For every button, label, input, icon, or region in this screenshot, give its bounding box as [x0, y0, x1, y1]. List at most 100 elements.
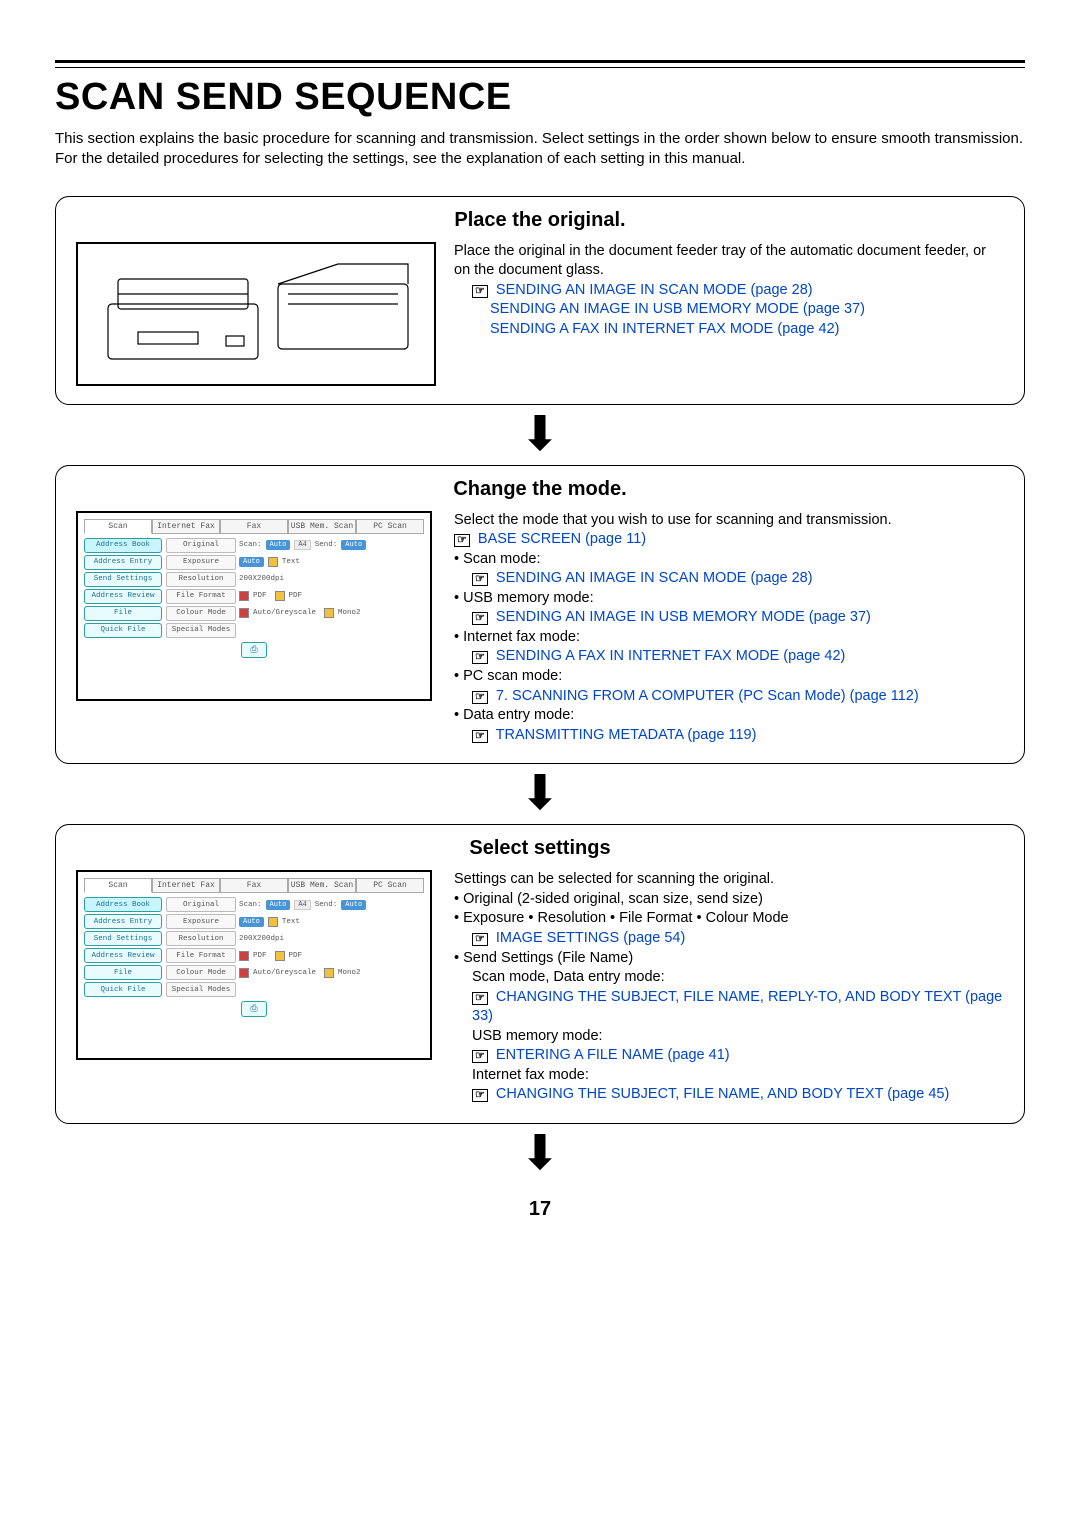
link-base-screen[interactable]: BASE SCREEN (page 11): [478, 531, 646, 547]
reference-icon: ☞: [472, 933, 488, 946]
down-arrow-icon: ⬇: [55, 411, 1025, 459]
reference-icon: ☞: [472, 651, 488, 664]
page-number: 17: [55, 1198, 1025, 1221]
ui-side-button[interactable]: Address Entry: [84, 914, 162, 929]
ui-tab[interactable]: PC Scan: [356, 519, 424, 534]
ui-side-button[interactable]: Address Review: [84, 948, 162, 963]
ui-setting-value: [239, 982, 424, 997]
send-mode-label: Internet fax mode:: [472, 1066, 1004, 1086]
reference-icon: ☞: [472, 691, 488, 704]
step-body: Place the original in the document feede…: [454, 242, 1004, 281]
reference-icon: ☞: [472, 285, 488, 298]
ui-setting-button[interactable]: Special Modes: [166, 982, 236, 997]
intro-line-1: This section explains the basic procedur…: [55, 130, 1023, 147]
ui-tab[interactable]: USB Mem. Scan: [288, 878, 356, 893]
step-heading: Select settings: [56, 825, 1024, 870]
ui-preview-button[interactable]: ⎙: [241, 1001, 266, 1017]
ui-tab[interactable]: Scan: [84, 878, 152, 893]
send-mode-link[interactable]: CHANGING THE SUBJECT, FILE NAME, AND BOD…: [496, 1086, 949, 1102]
title-rule: [55, 60, 1025, 68]
ui-setting-button[interactable]: Resolution: [166, 931, 236, 946]
step-select-settings: Select settings ScanInternet FaxFaxUSB M…: [55, 824, 1025, 1124]
step-place-original: Place the original.: [55, 196, 1025, 405]
ui-side-button[interactable]: Quick File: [84, 982, 162, 997]
link-image-settings[interactable]: IMAGE SETTINGS (page 54): [496, 930, 685, 946]
intro-line-2: For the detailed procedures for selectin…: [55, 150, 745, 167]
mode-link[interactable]: SENDING AN IMAGE IN SCAN MODE (page 28): [496, 570, 813, 586]
reference-icon: ☞: [472, 573, 488, 586]
ui-setting-button[interactable]: Exposure: [166, 555, 236, 570]
ui-setting-button[interactable]: Colour Mode: [166, 965, 236, 980]
ui-setting-value: 200X200dpi: [239, 931, 424, 946]
mode-label: • Scan mode:: [454, 550, 1004, 570]
ui-screenshot: ScanInternet FaxFaxUSB Mem. ScanPC Scan A…: [76, 511, 432, 701]
ui-setting-value: PDF PDF: [239, 948, 424, 963]
reference-icon: ☞: [472, 1089, 488, 1102]
ui-setting-button[interactable]: File Format: [166, 589, 236, 604]
ui-side-button[interactable]: File: [84, 965, 162, 980]
bullet: • Send Settings (File Name): [454, 949, 1004, 969]
ui-side-button[interactable]: Address Review: [84, 589, 162, 604]
link-usb-mode[interactable]: SENDING AN IMAGE IN USB MEMORY MODE (pag…: [490, 301, 865, 317]
ui-setting-button[interactable]: Original: [166, 538, 236, 553]
ui-setting-button[interactable]: Resolution: [166, 572, 236, 587]
ui-setting-button[interactable]: Original: [166, 897, 236, 912]
ui-tab[interactable]: Internet Fax: [152, 519, 220, 534]
ui-side-button[interactable]: Send Settings: [84, 572, 162, 587]
step-heading: Change the mode.: [56, 466, 1024, 511]
send-mode-label: Scan mode, Data entry mode:: [472, 968, 1004, 988]
ui-setting-value: Scan:AutoA4 Send:Auto: [239, 538, 424, 553]
ui-setting-value: Auto/Greyscale Mono2: [239, 965, 424, 980]
ui-setting-button[interactable]: Colour Mode: [166, 606, 236, 621]
step-change-mode: Change the mode. ScanInternet FaxFaxUSB …: [55, 465, 1025, 765]
ui-tab[interactable]: Fax: [220, 878, 288, 893]
ui-side-button[interactable]: File: [84, 606, 162, 621]
link-ifax-mode[interactable]: SENDING A FAX IN INTERNET FAX MODE (page…: [490, 321, 839, 337]
ui-tab[interactable]: Scan: [84, 519, 152, 534]
mode-label: • Internet fax mode:: [454, 628, 1004, 648]
ui-preview-button[interactable]: ⎙: [241, 642, 266, 658]
reference-icon: ☞: [454, 534, 470, 547]
bullet: • Exposure • Resolution • File Format • …: [454, 909, 1004, 929]
ui-setting-value: 200X200dpi: [239, 572, 424, 587]
ui-setting-value: AutoText: [239, 914, 424, 929]
ui-tab[interactable]: Internet Fax: [152, 878, 220, 893]
reference-icon: ☞: [472, 612, 488, 625]
ui-side-button[interactable]: Address Book: [84, 538, 162, 553]
step-body: Select the mode that you wish to use for…: [454, 511, 1004, 531]
ui-setting-value: [239, 623, 424, 638]
link-scan-mode[interactable]: SENDING AN IMAGE IN SCAN MODE (page 28): [496, 282, 813, 298]
ui-setting-button[interactable]: Special Modes: [166, 623, 236, 638]
reference-icon: ☞: [472, 992, 488, 1005]
ui-setting-button[interactable]: Exposure: [166, 914, 236, 929]
ui-setting-value: Auto/Greyscale Mono2: [239, 606, 424, 621]
printer-illustration: [76, 242, 436, 386]
send-mode-link[interactable]: CHANGING THE SUBJECT, FILE NAME, REPLY-T…: [472, 989, 1002, 1025]
ui-setting-value: Scan:AutoA4 Send:Auto: [239, 897, 424, 912]
intro-text: This section explains the basic procedur…: [55, 129, 1025, 170]
mode-label: • Data entry mode:: [454, 706, 1004, 726]
reference-icon: ☞: [472, 1050, 488, 1063]
mode-link[interactable]: SENDING A FAX IN INTERNET FAX MODE (page…: [496, 648, 845, 664]
bullet: • Original (2-sided original, scan size,…: [454, 890, 1004, 910]
step-heading: Place the original.: [56, 197, 1024, 242]
ui-side-button[interactable]: Address Book: [84, 897, 162, 912]
down-arrow-icon: ⬇: [55, 770, 1025, 818]
send-mode-link[interactable]: ENTERING A FILE NAME (page 41): [496, 1047, 730, 1063]
mode-link[interactable]: 7. SCANNING FROM A COMPUTER (PC Scan Mod…: [496, 688, 919, 704]
ui-tab[interactable]: PC Scan: [356, 878, 424, 893]
ui-tab[interactable]: Fax: [220, 519, 288, 534]
ui-side-button[interactable]: Address Entry: [84, 555, 162, 570]
down-arrow-icon: ⬇: [55, 1130, 1025, 1178]
ui-side-button[interactable]: Quick File: [84, 623, 162, 638]
step-body: Settings can be selected for scanning th…: [454, 870, 1004, 890]
mode-label: • USB memory mode:: [454, 589, 1004, 609]
ui-tab[interactable]: USB Mem. Scan: [288, 519, 356, 534]
ui-side-button[interactable]: Send Settings: [84, 931, 162, 946]
ui-setting-button[interactable]: File Format: [166, 948, 236, 963]
mode-link[interactable]: TRANSMITTING METADATA (page 119): [496, 727, 757, 743]
ui-setting-value: AutoText: [239, 555, 424, 570]
mode-link[interactable]: SENDING AN IMAGE IN USB MEMORY MODE (pag…: [496, 609, 871, 625]
ui-setting-value: PDF PDF: [239, 589, 424, 604]
mode-label: • PC scan mode:: [454, 667, 1004, 687]
